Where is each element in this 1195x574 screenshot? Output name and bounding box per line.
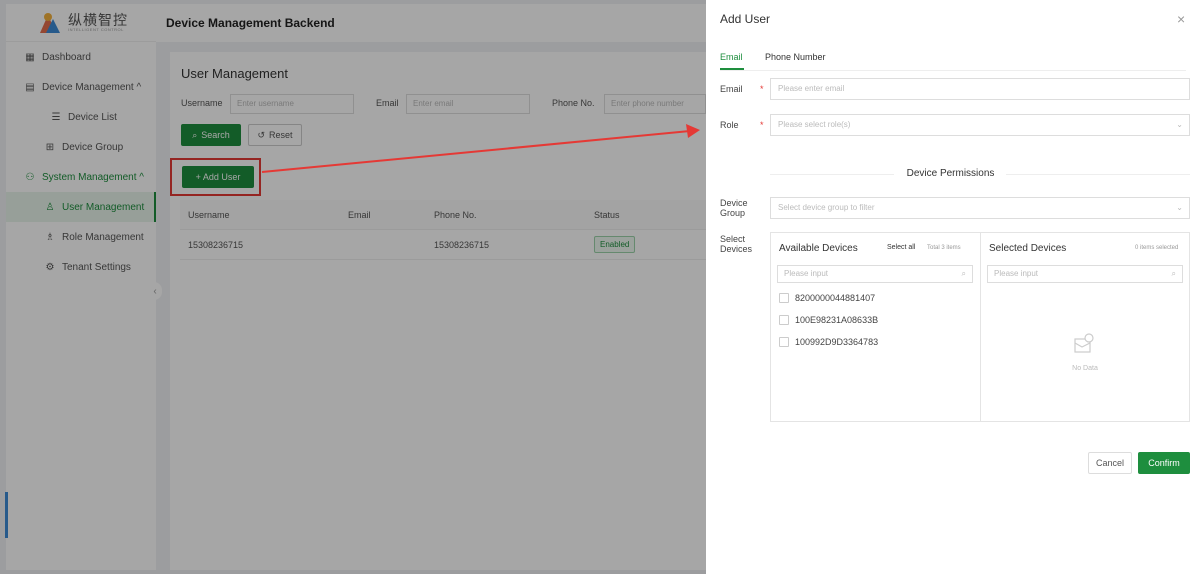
chevron-down-icon: ⌄ bbox=[1176, 203, 1183, 212]
select-devices-label: Select Devices bbox=[720, 234, 753, 254]
tabs-divider bbox=[720, 70, 1186, 71]
role-select[interactable]: Please select role(s) ⌄ bbox=[770, 114, 1190, 136]
email-field[interactable]: Please enter email bbox=[770, 78, 1190, 100]
available-search-input[interactable]: Please input ⌕ bbox=[777, 265, 973, 283]
list-item[interactable]: 8200000044881407 bbox=[779, 293, 875, 303]
device-group-label: Device Group bbox=[720, 198, 748, 218]
search-placeholder: Please input bbox=[994, 269, 1039, 278]
search-placeholder: Please input bbox=[784, 269, 829, 278]
device-group-select[interactable]: Select device group to filter ⌄ bbox=[770, 197, 1190, 219]
close-icon[interactable]: × bbox=[1177, 11, 1185, 27]
device-group-placeholder: Select device group to filter bbox=[778, 203, 875, 212]
available-total: Total 3 items bbox=[927, 245, 961, 251]
empty-box-icon bbox=[1074, 333, 1094, 353]
selected-count: 0 items selected bbox=[1135, 245, 1179, 251]
checkbox[interactable] bbox=[779, 315, 789, 325]
tab-phone-number[interactable]: Phone Number bbox=[765, 52, 826, 62]
selected-devices-panel: Selected Devices 0 items selected Please… bbox=[980, 233, 1189, 421]
list-item[interactable]: 100992D9D3364783 bbox=[779, 337, 878, 347]
chevron-down-icon: ⌄ bbox=[1176, 120, 1183, 129]
select-all-button[interactable]: Select all bbox=[887, 244, 915, 251]
tab-email[interactable]: Email bbox=[720, 52, 743, 62]
available-devices-panel: Available Devices Select all Total 3 ite… bbox=[771, 233, 980, 421]
search-icon: ⌕ bbox=[1171, 269, 1176, 278]
add-user-drawer: Add User × Email Phone Number Email * Pl… bbox=[706, 0, 1195, 574]
modal-overlay[interactable] bbox=[0, 0, 706, 574]
email-field-label: Email bbox=[720, 84, 743, 94]
drawer-title: Add User bbox=[720, 12, 771, 26]
device-id: 8200000044881407 bbox=[795, 293, 876, 303]
required-mark: * bbox=[760, 84, 764, 94]
device-transfer: Available Devices Select all Total 3 ite… bbox=[770, 232, 1190, 422]
role-select-placeholder: Please select role(s) bbox=[778, 120, 851, 129]
search-icon: ⌕ bbox=[961, 269, 966, 278]
role-field-label: Role bbox=[720, 120, 739, 130]
device-id: 100E98231A08633B bbox=[795, 315, 879, 325]
list-item[interactable]: 100E98231A08633B bbox=[779, 315, 878, 325]
checkbox[interactable] bbox=[779, 337, 789, 347]
selected-search-input[interactable]: Please input ⌕ bbox=[987, 265, 1183, 283]
available-devices-title: Available Devices bbox=[779, 243, 858, 254]
section-divider bbox=[1006, 174, 1190, 175]
active-tab-indicator bbox=[720, 68, 744, 70]
checkbox[interactable] bbox=[779, 293, 789, 303]
empty-state-text: No Data bbox=[1072, 365, 1098, 372]
required-mark: * bbox=[760, 120, 764, 130]
device-id: 100992D9D3364783 bbox=[795, 337, 879, 347]
confirm-button[interactable]: Confirm bbox=[1138, 452, 1190, 474]
cancel-button[interactable]: Cancel bbox=[1088, 452, 1132, 474]
selected-devices-title: Selected Devices bbox=[989, 243, 1067, 254]
